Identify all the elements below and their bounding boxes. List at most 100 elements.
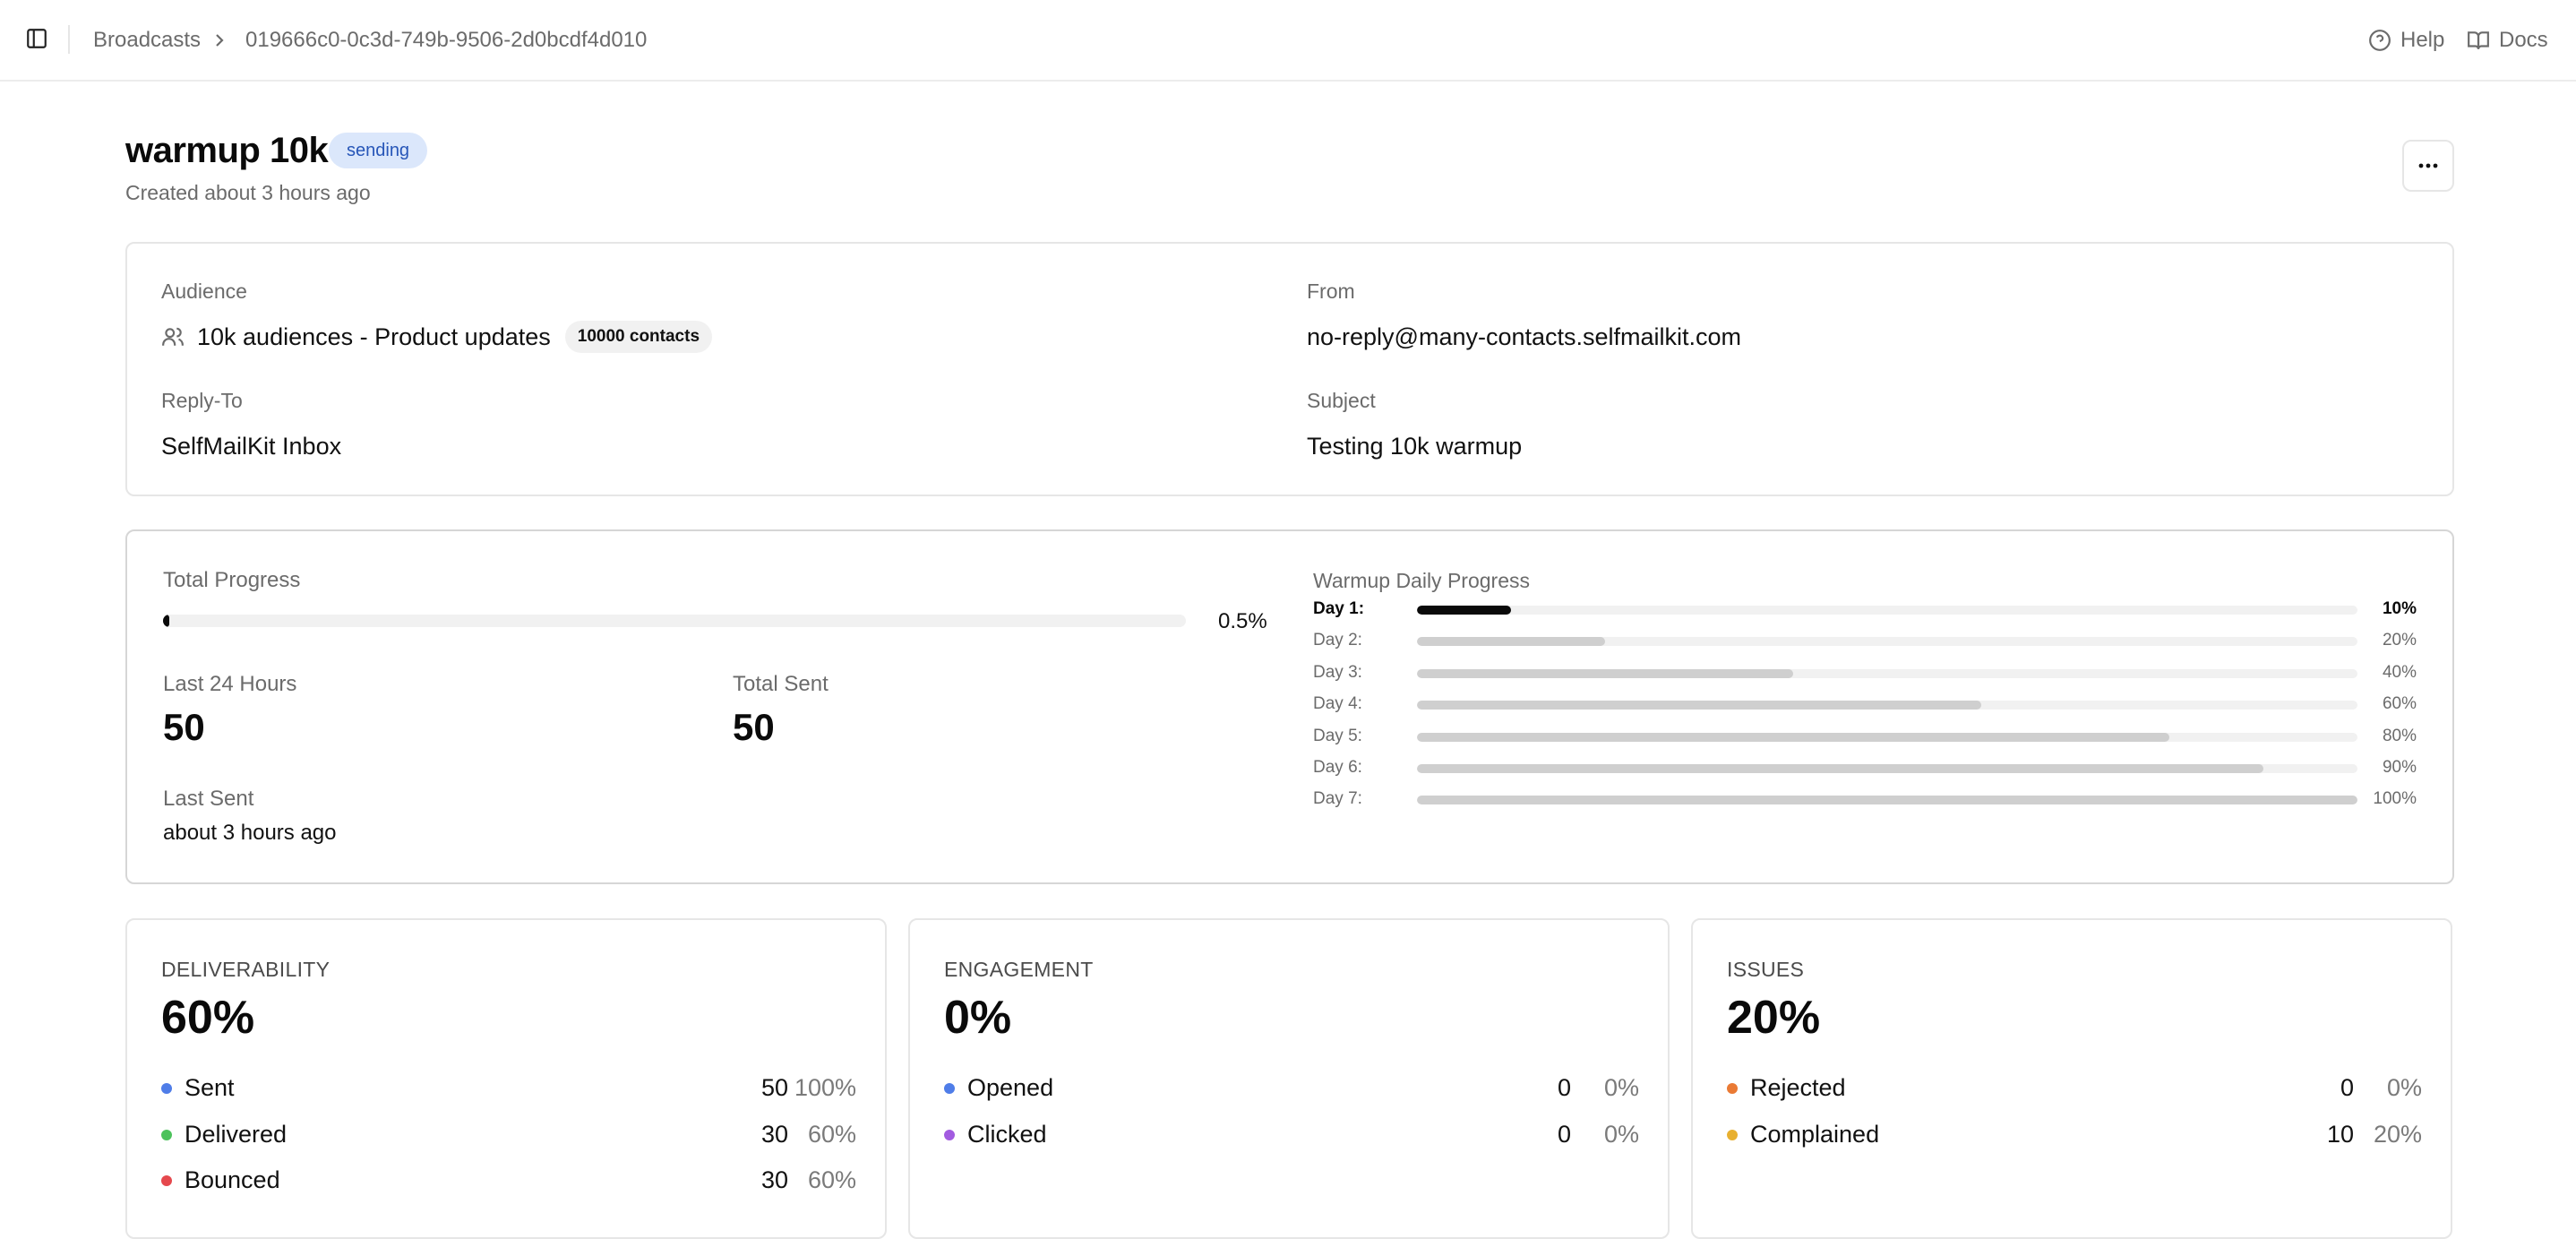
warmup-day-percent: 40% [2382, 662, 2417, 682]
metric-row-count: 30 [760, 1166, 788, 1193]
status-dot-icon [944, 1129, 955, 1140]
total-sent-value: 50 [733, 706, 775, 748]
status-dot-icon [1727, 1083, 1738, 1094]
warmup-day-label: Day 2: [1313, 631, 1362, 650]
broadcast-details-card: Audience 10k audiences - Product updates… [125, 242, 2454, 496]
breadcrumb-broadcasts-link[interactable]: Broadcasts [93, 27, 201, 54]
metric-value: 0% [944, 992, 1012, 1044]
docs-label: Docs [2499, 28, 2548, 52]
engagement-card: ENGAGEMENT 0% Opened 0 0% Clicked 0 0% [908, 918, 1670, 1239]
metric-title: DELIVERABILITY [161, 958, 331, 981]
metric-row-label: Opened [967, 1074, 1054, 1101]
warmup-day-fill [1417, 764, 2263, 773]
warmup-day-percent: 80% [2382, 726, 2417, 745]
last-24-hours-label: Last 24 Hours [163, 672, 297, 696]
status-dot-icon [1727, 1129, 1738, 1140]
warmup-day-fill [1417, 732, 2169, 742]
subject-value: Testing 10k warmup [1307, 433, 1523, 460]
warmup-day-percent: 100% [2373, 789, 2417, 809]
help-circle-icon [2369, 30, 2391, 51]
metric-title: ISSUES [1727, 958, 1805, 981]
divider [68, 25, 70, 54]
last-24-hours-value: 50 [163, 706, 205, 748]
total-progress-fill [163, 615, 169, 627]
warmup-day-bar [1417, 732, 2357, 742]
warmup-day-row: Day 7: 100% [1313, 786, 2417, 813]
status-badge: sending [329, 133, 428, 168]
created-timestamp: Created about 3 hours ago [125, 181, 371, 204]
warmup-day-bar [1417, 668, 2357, 678]
warmup-day-bar [1417, 637, 2357, 647]
warmup-day-fill [1417, 606, 1511, 615]
warmup-day-bar [1417, 796, 2357, 805]
sidebar-toggle-icon[interactable] [25, 27, 48, 50]
metric-row-label: Rejected [1750, 1074, 1846, 1101]
warmup-day-percent: 10% [2382, 599, 2417, 618]
warmup-day-label: Day 6: [1313, 758, 1362, 777]
warmup-day-label: Day 4: [1313, 694, 1362, 714]
status-dot-icon [161, 1175, 172, 1186]
metric-row-percent: 0% [1603, 1074, 1639, 1101]
warmup-day-bar [1417, 764, 2357, 773]
warmup-day-row: Day 5: 80% [1313, 723, 2417, 750]
metric-row: Rejected 0 0% [1727, 1072, 2422, 1103]
metric-row-label: Complained [1750, 1120, 1880, 1148]
metric-row-percent: 0% [1603, 1120, 1639, 1148]
warmup-day-label: Day 7: [1313, 789, 1362, 809]
reply-to-value: SelfMailKit Inbox [161, 433, 342, 460]
users-icon [162, 327, 184, 346]
last-sent-label: Last Sent [163, 787, 254, 811]
metric-row-percent: 0% [2386, 1074, 2422, 1101]
page-title: warmup 10k [125, 131, 329, 170]
warmup-day-label: Day 5: [1313, 726, 1362, 745]
chevron-right-icon [212, 30, 227, 50]
warmup-day-fill [1417, 668, 1793, 678]
metric-value: 20% [1727, 992, 1821, 1044]
metric-row: Complained 10 20% [1727, 1119, 2422, 1149]
metric-row: Sent 50 100% [161, 1072, 856, 1103]
more-actions-button[interactable] [2402, 140, 2454, 192]
top-bar: Broadcasts 019666c0-0c3d-749b-9506-2d0bc… [0, 0, 2576, 82]
breadcrumb-current: 019666c0-0c3d-749b-9506-2d0bcdf4d010 [245, 28, 648, 52]
metric-row-label: Bounced [185, 1166, 280, 1193]
from-value: no-reply@many-contacts.selfmailkit.com [1307, 323, 1742, 350]
progress-card: Total Progress 0.5% Last 24 Hours 50 Tot… [125, 529, 2454, 884]
book-open-icon [2468, 31, 2489, 49]
warmup-day-row: Day 1: 10% [1313, 596, 2417, 623]
warmup-day-row: Day 6: 90% [1313, 754, 2417, 781]
warmup-day-bar [1417, 606, 2357, 615]
audience-row: 10k audiences - Product updates 10000 co… [161, 319, 713, 355]
subject-label: Subject [1307, 389, 1376, 412]
metric-row-count: 50 [760, 1074, 788, 1101]
metric-row-percent: 100% [794, 1074, 856, 1101]
warmup-day-percent: 60% [2382, 694, 2417, 714]
metric-row-label: Delivered [185, 1120, 288, 1148]
help-link[interactable]: Help [2368, 27, 2444, 54]
warmup-day-label: Day 3: [1313, 662, 1362, 682]
help-label: Help [2400, 28, 2445, 52]
warmup-day-row: Day 4: 60% [1313, 691, 2417, 718]
warmup-day-row: Day 3: 40% [1313, 659, 2417, 686]
warmup-day-percent: 20% [2382, 631, 2417, 650]
metric-row-count: 10 [2326, 1120, 2354, 1148]
from-label: From [1307, 280, 1355, 303]
total-progress-bar [163, 615, 1186, 627]
status-dot-icon [161, 1129, 172, 1140]
issues-card: ISSUES 20% Rejected 0 0% Complained 10 20% [1691, 918, 2452, 1239]
metric-row-count: 0 [2340, 1074, 2354, 1101]
warmup-day-percent: 90% [2382, 758, 2417, 777]
metric-row-percent: 60% [807, 1166, 856, 1193]
warmup-day-fill [1417, 637, 1605, 647]
metric-row: Delivered 30 60% [161, 1119, 856, 1149]
docs-link[interactable]: Docs [2467, 27, 2548, 54]
metric-row-percent: 20% [2373, 1120, 2422, 1148]
metric-row: Clicked 0 0% [944, 1119, 1639, 1149]
metric-row-count: 0 [1557, 1120, 1571, 1148]
warmup-day-row: Day 2: 20% [1313, 627, 2417, 654]
metric-row-label: Sent [185, 1074, 235, 1101]
ellipsis-icon [2418, 163, 2438, 168]
warmup-day-bar [1417, 701, 2357, 710]
total-progress-percent: 0.5% [1218, 609, 1267, 633]
warmup-day-fill [1417, 796, 2357, 805]
total-sent-label: Total Sent [733, 672, 829, 696]
